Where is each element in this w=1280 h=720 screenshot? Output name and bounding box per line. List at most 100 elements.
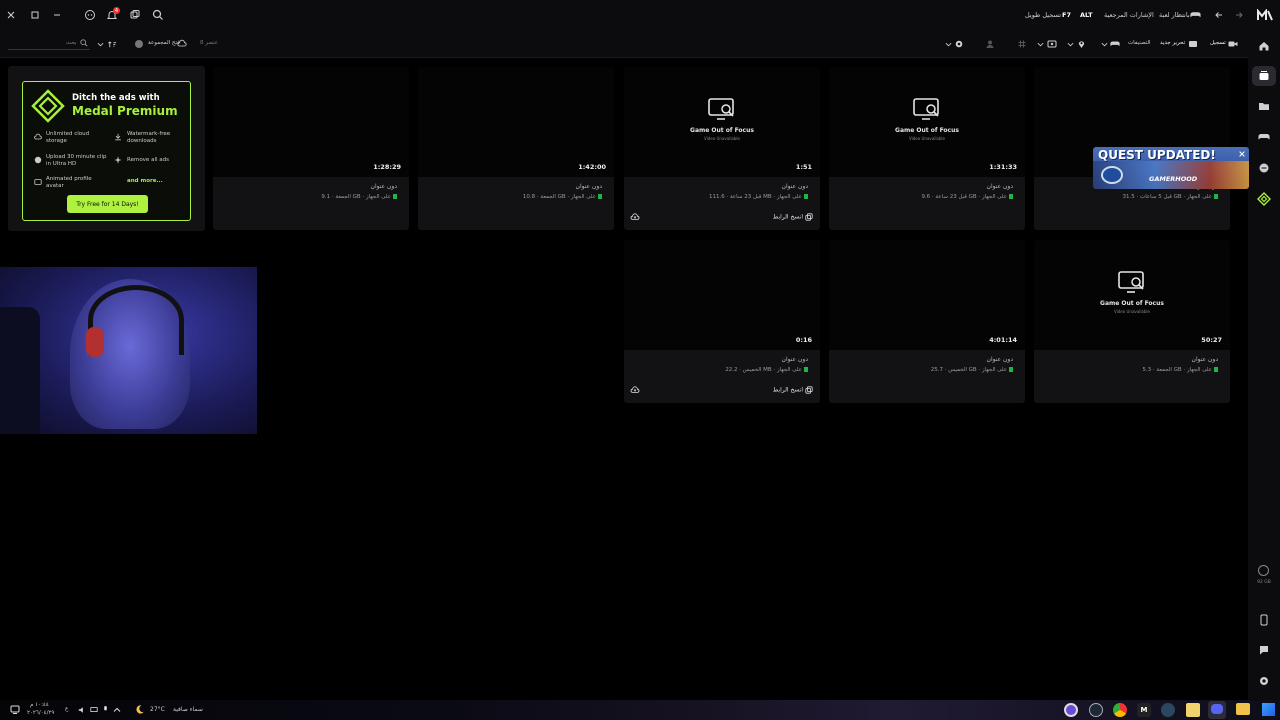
- clip-title[interactable]: دون عنوان: [987, 183, 1013, 190]
- medal-premium-icon[interactable]: [1257, 192, 1271, 206]
- hashtag-icon[interactable]: [1017, 39, 1027, 49]
- cloud-upload-icon[interactable]: [630, 213, 640, 221]
- chat-icon[interactable]: [84, 9, 96, 21]
- search-field[interactable]: بحث: [8, 38, 90, 50]
- maximize-icon[interactable]: [30, 10, 40, 20]
- hidden-icons-chevron-icon[interactable]: [113, 706, 121, 714]
- clip-thumbnail[interactable]: [829, 240, 1025, 350]
- clip-card[interactable]: Game Out of Focus Video Unavailable 1:51 دو…: [624, 67, 820, 230]
- categories-label[interactable]: التصنيفات: [1128, 40, 1151, 46]
- taskbar-app-steam-alt[interactable]: [1089, 703, 1103, 717]
- webcam-chair: [0, 307, 40, 434]
- share-icon[interactable]: [129, 9, 141, 21]
- copy-link-button[interactable]: انسخ الرابط: [773, 386, 813, 394]
- notification-center-icon[interactable]: [10, 705, 20, 715]
- clip-card[interactable]: Game Out of Focus Video Unavailable 50:27 د…: [1034, 240, 1230, 403]
- storage-ring[interactable]: [1258, 565, 1269, 576]
- microphone-icon[interactable]: [102, 705, 109, 714]
- side-rail: 92 GB: [1248, 30, 1280, 700]
- settings-icon[interactable]: [954, 39, 964, 49]
- out-of-focus-title: Game Out of Focus: [1100, 300, 1164, 307]
- out-of-focus-subtitle: Video Unavailable: [1114, 309, 1150, 314]
- weather-text[interactable]: سماء صافية: [173, 706, 203, 713]
- phone-icon[interactable]: [1259, 614, 1269, 626]
- library-nav-active[interactable]: [1252, 66, 1276, 86]
- clip-card[interactable]: 4:01:14 دون عنوان الخميس · 25.7 GB · على ا…: [829, 240, 1025, 403]
- video-camera-icon[interactable]: [1228, 39, 1238, 49]
- clip-thumbnail[interactable]: [213, 67, 409, 177]
- moon-weather-icon[interactable]: [134, 704, 145, 715]
- taskbar-app-discord[interactable]: [1208, 701, 1226, 719]
- clip-card[interactable]: 1:28:29 دون عنوان الجمعة · 9.1 GB · على ال…: [213, 67, 409, 230]
- back-icon[interactable]: [1214, 10, 1224, 20]
- clip-thumbnail[interactable]: [418, 67, 614, 177]
- clip-card[interactable]: Game Out of Focus Video Unavailable 1:31:3…: [829, 67, 1025, 230]
- clip-title[interactable]: دون عنوان: [782, 356, 808, 363]
- clip-title[interactable]: دون عنوان: [576, 183, 602, 190]
- chevron-down-icon[interactable]: [1037, 41, 1044, 48]
- cloud-upload-icon[interactable]: [630, 386, 640, 394]
- close-icon[interactable]: [1238, 150, 1246, 158]
- clip-card[interactable]: 0:16 دون عنوان الخميس · 22.2 MB · على الجه…: [624, 240, 820, 403]
- taskbar-app-chrome[interactable]: [1113, 703, 1127, 717]
- forward-icon[interactable]: [1234, 10, 1244, 20]
- copy-link-button[interactable]: انسخ الرابط: [773, 213, 813, 221]
- quest-updated-overlay[interactable]: QUEST UPDATED! GAMERHOOD: [1093, 147, 1249, 189]
- taskbar-app-obs[interactable]: [1064, 703, 1078, 717]
- bookmarks-label[interactable]: الإشارات المرجعية: [1104, 11, 1154, 19]
- taskbar-start[interactable]: [1262, 703, 1275, 716]
- chevron-down-icon[interactable]: [1067, 41, 1074, 48]
- folder-icon[interactable]: [1258, 100, 1270, 112]
- out-of-focus-placeholder: Game Out of Focus Video Unavailable: [1034, 270, 1230, 314]
- search-icon: [80, 39, 88, 47]
- chevron-down-icon[interactable]: [945, 41, 952, 48]
- clip-card[interactable]: 1:42:00 دون عنوان الجمعة · 10.8 GB · على ا…: [418, 67, 614, 230]
- speaker-icon[interactable]: [78, 706, 86, 714]
- clock-time[interactable]: ١٠:٤٤ م: [30, 702, 49, 708]
- close-icon[interactable]: [6, 10, 16, 20]
- taskbar-app-steam[interactable]: [1161, 703, 1175, 717]
- gear-icon[interactable]: [1258, 675, 1270, 687]
- clock-date[interactable]: ٢٠٢٦/٠٤/٢٩: [27, 710, 54, 716]
- medal-logo-icon: [1257, 9, 1273, 21]
- taskbar-app-explorer[interactable]: [1236, 703, 1250, 715]
- gamepad-icon[interactable]: [1110, 39, 1120, 49]
- clip-title[interactable]: دون عنوان: [987, 356, 1013, 363]
- feature-watermark-free: Watermark-free downloads: [127, 131, 171, 144]
- weather-temp[interactable]: 27°C: [150, 706, 165, 713]
- premium-promo-panel: Ditch the ads with Medal Premium Unlimit…: [22, 81, 191, 221]
- long-recording-label[interactable]: تسجيل طويل: [1025, 11, 1061, 19]
- clip-meta-text: الجمعة · 5.3 GB · على الجهاز: [1142, 367, 1212, 373]
- home-icon[interactable]: [1258, 40, 1270, 52]
- minimize-icon[interactable]: [52, 10, 62, 20]
- feature-and-more: and more...: [127, 178, 163, 184]
- record-label[interactable]: تسجيل: [1210, 40, 1226, 46]
- new-edit-label[interactable]: تحرير جديد: [1160, 40, 1185, 46]
- image-icon[interactable]: [1047, 39, 1057, 49]
- out-of-focus-placeholder: Game Out of Focus Video Unavailable: [829, 97, 1025, 141]
- clip-title[interactable]: دون عنوان: [1192, 356, 1218, 363]
- clip-duration: 1:42:00: [578, 163, 606, 171]
- clip-meta: الخميس · 25.7 GB · على الجهاز: [931, 367, 1015, 373]
- location-pin-icon[interactable]: [1077, 39, 1086, 49]
- edit-icon[interactable]: [1188, 39, 1198, 49]
- shop-icon[interactable]: [1258, 162, 1270, 174]
- cloud-icon: [177, 39, 187, 48]
- sync-label[interactable]: فتح المجموعة: [148, 40, 180, 46]
- chevron-down-icon[interactable]: [1101, 41, 1108, 48]
- feedback-icon[interactable]: [1258, 644, 1270, 656]
- user-filter-icon[interactable]: [985, 39, 995, 49]
- network-icon[interactable]: [90, 706, 98, 714]
- taskbar-app-medal[interactable]: M: [1137, 703, 1151, 717]
- taskbar-app-notes[interactable]: [1186, 703, 1200, 717]
- clip-title[interactable]: دون عنوان: [782, 183, 808, 190]
- language-indicator[interactable]: ع: [65, 706, 68, 712]
- chevron-down-icon[interactable]: [97, 41, 104, 48]
- feature-upload-30min: Upload 30 minute clip in Ultra HD: [46, 154, 107, 167]
- gamepad-icon[interactable]: [1258, 131, 1270, 143]
- sort-icon[interactable]: [108, 40, 117, 49]
- try-free-button[interactable]: Try Free for 14 Days!: [67, 195, 148, 213]
- clip-title[interactable]: دون عنوان: [371, 183, 397, 190]
- clip-thumbnail[interactable]: [624, 240, 820, 350]
- search-icon[interactable]: [152, 9, 164, 21]
